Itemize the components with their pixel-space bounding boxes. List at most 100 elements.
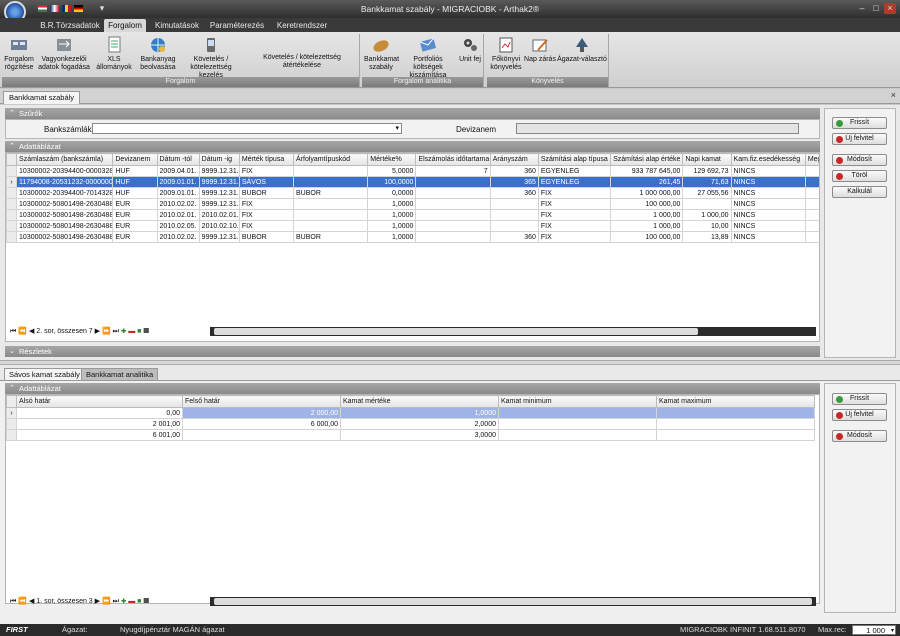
column-header-mertek-tipusa[interactable]: Mérték típusa	[238, 153, 295, 166]
top-grid-hscrollbar[interactable]	[210, 327, 816, 336]
delete-record-icon[interactable]: ▬	[128, 328, 135, 335]
grid-view-icon[interactable]: ▦	[143, 328, 149, 335]
maxrec-input[interactable]: 1 000 ▾	[852, 625, 896, 635]
next-record-icon[interactable]: ▶	[95, 598, 100, 605]
column-header-elszamolas-idotartama[interactable]: Elszámolás időtartama	[415, 153, 491, 166]
kalkulal-button[interactable]: Kalkulál	[832, 186, 887, 198]
table-cell[interactable]: EGYENLEG	[537, 165, 612, 177]
column-header-kamat-maximum[interactable]: Kamat maximum	[656, 395, 815, 408]
next-page-icon[interactable]: ⏩	[102, 598, 111, 605]
table-cell[interactable]	[656, 418, 815, 430]
table-cell[interactable]	[415, 176, 491, 188]
frissit-button[interactable]: Frissít	[832, 393, 887, 405]
row-indicator[interactable]: ›	[6, 407, 17, 419]
table-cell[interactable]	[292, 165, 369, 177]
table-cell[interactable]: NINCS	[730, 209, 806, 221]
grid-view-icon[interactable]: ▦	[143, 598, 149, 605]
table-cell[interactable]: 2009.01.01.	[156, 176, 200, 188]
table-cell[interactable]	[804, 220, 819, 232]
column-header-kamat-minimum[interactable]: Kamat minimum	[498, 395, 657, 408]
table-cell[interactable]: 129 692,73	[682, 165, 732, 177]
table-cell[interactable]: 0,00	[16, 407, 183, 419]
table-cell[interactable]	[415, 231, 491, 243]
table-cell[interactable]: 100,0000	[367, 176, 417, 188]
table-cell[interactable]: 10,00	[682, 220, 732, 232]
table-cell[interactable]: 7	[415, 165, 491, 177]
add-record-icon[interactable]: ✚	[121, 328, 126, 335]
table-cell[interactable]: NINCS	[730, 198, 806, 210]
xls-allomanyok-button[interactable]: XLS állományok	[90, 36, 138, 72]
table-cell[interactable]: FIX	[238, 198, 295, 210]
table-cell[interactable]: 1,0000	[340, 407, 499, 419]
table-cell[interactable]: 2 001,00	[16, 418, 183, 430]
table-cell[interactable]	[415, 198, 491, 210]
table-cell[interactable]: 1 000 000,00	[610, 187, 684, 199]
table-cell[interactable]: NINCS	[730, 165, 806, 177]
table-cell[interactable]: 71,63	[682, 176, 732, 188]
prev-record-icon[interactable]: ◀	[29, 598, 34, 605]
table-cell[interactable]: 9999.12.31.	[198, 198, 240, 210]
table-row[interactable]: 10300002-50801498-26304884 EUR 2010.02.05.…	[6, 220, 819, 232]
bottom-grid-hscrollbar[interactable]	[210, 597, 816, 606]
maximize-icon[interactable]: □	[870, 3, 882, 14]
modosit-button[interactable]: Módosít	[832, 430, 887, 442]
save-record-icon[interactable]: ■	[137, 328, 141, 335]
table-cell[interactable]	[498, 429, 657, 441]
bankkamat-szabaly-button[interactable]: Bankkamat szabály	[364, 36, 399, 72]
table-cell[interactable]: 5,0000	[367, 165, 417, 177]
column-header-szamlaszam-bankszamla[interactable]: Számlaszám (bankszámla)	[16, 153, 114, 166]
table-cell[interactable]: 10300002-20394400-70143285	[16, 187, 114, 199]
table-cell[interactable]	[415, 187, 491, 199]
column-header-meg[interactable]: Meg	[804, 153, 819, 166]
forgalom-rogzitese-button[interactable]: Forgalom rögzítése	[2, 36, 36, 72]
next-page-icon[interactable]: ⏩	[102, 328, 111, 335]
table-cell[interactable]: 1,0000	[367, 220, 417, 232]
last-record-icon[interactable]: ⏭	[113, 598, 119, 605]
table-cell[interactable]: 933 787 645,00	[610, 165, 684, 177]
table-cell[interactable]: 11794008-20531232-00000000	[16, 176, 114, 188]
table-cell[interactable]: 1,0000	[367, 231, 417, 243]
top-grid-header[interactable]: ⌃ Adattáblázat	[5, 141, 820, 152]
close-icon[interactable]: ×	[884, 3, 896, 14]
table-cell[interactable]: 9999.12.31.	[198, 165, 240, 177]
table-cell[interactable]: 2010.02.01.	[198, 209, 240, 221]
table-cell[interactable]: NINCS	[730, 220, 806, 232]
row-indicator[interactable]	[6, 165, 18, 177]
row-indicator[interactable]	[6, 198, 18, 210]
table-cell[interactable]: HUF	[112, 187, 158, 199]
nap-zaras-button[interactable]: Nap zárás	[523, 36, 557, 64]
table-cell[interactable]: 10300002-50801498-26304884	[16, 198, 114, 210]
row-indicator[interactable]	[6, 429, 17, 441]
tab-bankkamat-analitika[interactable]: Bankkamat analitika	[81, 368, 159, 380]
table-cell[interactable]: FIX	[537, 209, 612, 221]
table-cell[interactable]: 2010.02.10.	[198, 220, 240, 232]
tab-savos-kamat-szabaly[interactable]: Sávos kamat szabály	[4, 368, 85, 380]
column-header-also-hatar[interactable]: Alsó határ	[16, 395, 183, 408]
table-cell[interactable]	[804, 198, 819, 210]
unit-fej-button[interactable]: Unit fej	[458, 36, 482, 64]
table-row[interactable]: › 0,00 2 000,00 1,0000	[6, 407, 815, 419]
table-row[interactable]: › 11794008-20531232-00000000 HUF 2009.01.01…	[6, 176, 819, 188]
table-cell[interactable]: 2010.02.05.	[156, 220, 200, 232]
flag-de-icon[interactable]	[74, 5, 83, 12]
table-cell[interactable]: 10300002-50801498-26304884	[16, 209, 114, 221]
table-cell[interactable]: 9999.12.31.	[198, 231, 240, 243]
table-cell[interactable]	[804, 187, 819, 199]
agazat-valaszto-button[interactable]: Ágazat-választó	[557, 36, 607, 64]
table-cell[interactable]: 360	[489, 165, 539, 177]
table-cell[interactable]: BUBOR	[238, 231, 295, 243]
table-cell[interactable]	[182, 429, 341, 441]
table-cell[interactable]: 2009.01.01.	[156, 187, 200, 199]
table-cell[interactable]: 10300002-20394400-00003285	[16, 165, 114, 177]
flag-hu-icon[interactable]	[38, 5, 47, 12]
table-cell[interactable]	[489, 198, 539, 210]
row-indicator[interactable]	[6, 220, 18, 232]
row-indicator[interactable]	[6, 209, 18, 221]
spinner-icon[interactable]: ▾	[891, 626, 894, 636]
table-cell[interactable]	[489, 209, 539, 221]
column-header-merteke[interactable]: Mértéke%	[367, 153, 417, 166]
table-cell[interactable]	[292, 220, 369, 232]
menu-forgalom[interactable]: Forgalom	[104, 19, 146, 32]
table-cell[interactable]	[656, 407, 815, 419]
table-cell[interactable]: 1 000,00	[610, 209, 684, 221]
